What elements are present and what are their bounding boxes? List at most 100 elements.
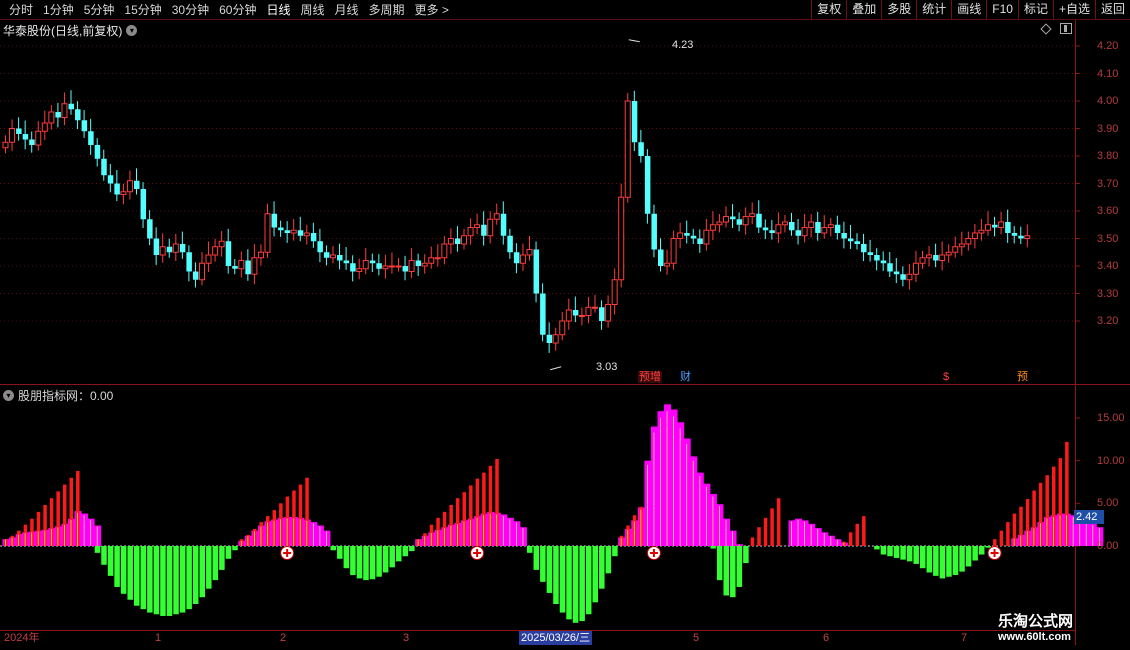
magenta-bar — [801, 520, 809, 546]
candle-body-up — [493, 213, 500, 220]
magenta-bar — [316, 525, 324, 546]
candle-body-up — [382, 265, 389, 270]
green-bar — [920, 546, 926, 569]
green-bar — [553, 546, 559, 605]
candle-body-up — [395, 265, 402, 268]
green-bar — [716, 546, 723, 581]
candle-body-up — [912, 262, 919, 275]
green-bar — [356, 546, 363, 579]
magenta-bar — [650, 426, 658, 546]
date-label: 5 — [693, 632, 700, 644]
event-marker-forecast-2[interactable]: 预 — [1016, 371, 1029, 383]
red-bar — [1006, 522, 1010, 546]
candle-body-up — [716, 221, 723, 226]
event-marker-financial[interactable]: 财 — [679, 371, 692, 383]
green-bar — [972, 546, 978, 561]
red-bar — [776, 498, 781, 546]
green-bar — [592, 546, 598, 603]
candle-body-up — [919, 257, 926, 264]
event-marker-forecast[interactable]: 预增 — [638, 371, 662, 383]
candle-body-up — [159, 246, 166, 256]
magenta-bar — [1089, 523, 1097, 546]
green-bar — [396, 546, 402, 562]
chart-canvas[interactable] — [0, 0, 1130, 650]
candle-body-down — [658, 249, 664, 266]
candle-body-up — [212, 246, 219, 256]
date-label: 6 — [823, 632, 830, 644]
magenta-bar — [94, 525, 102, 546]
candle-body-up — [487, 218, 494, 237]
price-tick-label: 4.20 — [1097, 40, 1119, 52]
candle-body-up — [906, 273, 913, 281]
candle-body-down — [114, 183, 120, 195]
green-bar — [114, 546, 120, 587]
candle-body-up — [781, 221, 788, 226]
candle-body-down — [644, 156, 651, 214]
candle-body-up — [605, 304, 612, 322]
candle-body-down — [933, 255, 939, 261]
magenta-bar — [644, 460, 652, 546]
green-bar — [382, 546, 389, 573]
green-bar — [605, 546, 612, 574]
candle-body-up — [2, 141, 9, 149]
event-marker-dividend[interactable]: $ — [942, 371, 950, 383]
green-bar — [409, 546, 415, 552]
candle-body-up — [709, 224, 716, 231]
candle-body-down — [75, 109, 81, 121]
candle-body-down — [893, 271, 900, 275]
date-label: 7 — [961, 632, 968, 644]
candle-body-up — [330, 254, 336, 259]
candle-body-down — [513, 252, 520, 264]
candle-body-down — [232, 266, 238, 269]
green-bar — [153, 546, 160, 615]
price-tick-label: 3.50 — [1097, 232, 1119, 245]
green-bar — [559, 546, 566, 613]
candle-body-down — [874, 255, 880, 261]
red-bar — [993, 539, 997, 546]
green-bar — [101, 546, 107, 565]
candle-body-down — [540, 293, 546, 335]
green-bar — [906, 546, 913, 562]
green-bar — [736, 546, 743, 587]
high-marker-label: 4.23 — [672, 39, 694, 51]
candle-body-down — [245, 260, 251, 275]
candle-body-up — [808, 221, 815, 228]
candle-body-up — [290, 229, 297, 234]
candle-body-up — [664, 262, 671, 267]
candle-body-up — [434, 257, 441, 260]
candle-body-up — [978, 229, 985, 234]
date-label: 2024年 — [4, 632, 40, 644]
green-bar — [225, 546, 232, 559]
candle-body-up — [585, 306, 592, 316]
candle-body-up — [408, 260, 415, 272]
magenta-bar — [683, 438, 691, 546]
candle-body-up — [362, 260, 369, 270]
date-label-selected: 2025/03/26/三 — [519, 631, 593, 645]
candle-body-down — [690, 235, 697, 239]
price-tick-label: 3.60 — [1097, 205, 1119, 217]
candle-body-down — [369, 260, 376, 264]
candle-body-up — [9, 128, 16, 143]
green-bar — [369, 546, 376, 580]
green-bar — [959, 546, 965, 572]
candle-body-up — [526, 249, 533, 256]
candle-body-down — [992, 224, 998, 228]
magenta-bar — [500, 514, 508, 546]
candle-body-down — [631, 101, 638, 143]
candle-body-down — [638, 142, 644, 156]
green-bar — [206, 546, 212, 589]
red-bar — [999, 530, 1004, 546]
candle-body-down — [500, 213, 507, 236]
candle-body-down — [337, 255, 343, 261]
green-bar — [337, 546, 343, 559]
candle-body-up — [120, 191, 127, 195]
red-bar — [750, 537, 755, 546]
candle-body-up — [821, 227, 828, 234]
green-bar — [363, 546, 369, 581]
candle-body-up — [264, 213, 271, 253]
candle-body-down — [730, 216, 736, 220]
candle-body-up — [618, 196, 625, 281]
candle-body-down — [16, 128, 22, 134]
candle-body-up — [592, 306, 598, 309]
green-bar — [527, 546, 533, 553]
